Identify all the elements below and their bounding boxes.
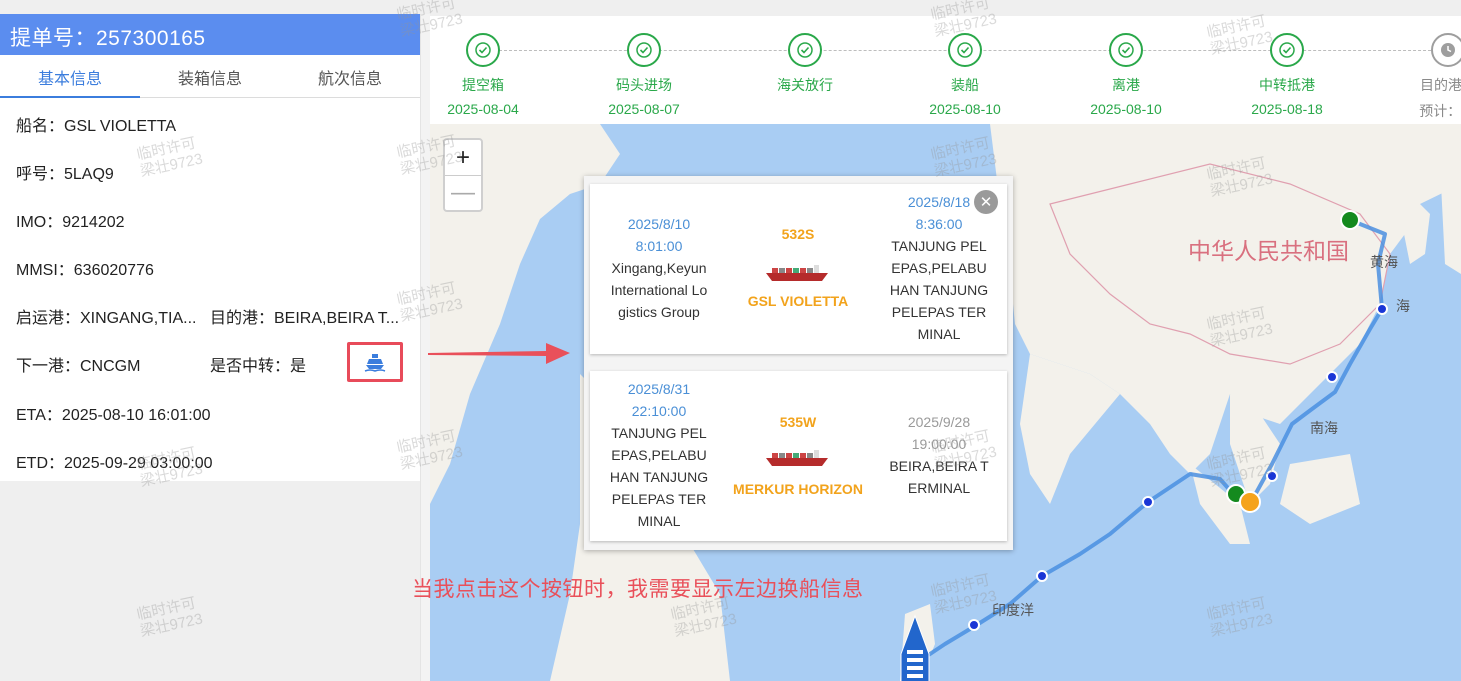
transshipment-flag: 是否中转：是 (210, 358, 307, 375)
timeline-step-date: 2025-08-10 (929, 101, 1001, 117)
timeline-step-transship-arrival: 中转抵港 2025-08-18 (1227, 33, 1347, 117)
departure-time: 22:10:00 (631, 403, 687, 419)
container-ship-icon (766, 450, 828, 466)
tab-basic-info[interactable]: 基本信息 (0, 55, 140, 98)
voyage-number: 535W (779, 414, 817, 430)
app-root: 提单号：257300165 基本信息 装箱信息 航次信息 船名：GSL VIOL… (0, 0, 1461, 681)
departure-place: Xingang,Keyun International Lo gistics G… (610, 260, 708, 320)
voyage-card-second-leg: 2025/8/31 22:10:00 TANJUNG PEL EPAS,PELA… (590, 371, 1007, 541)
check-icon (948, 33, 982, 67)
etd: ETD：2025-09-29 03:00:00 (16, 455, 213, 472)
timeline-step-name: 提空箱 (462, 77, 504, 93)
map-zoom-control: + — (443, 138, 483, 212)
map-label-china: 中华人民共和国 (1188, 238, 1349, 264)
tracking-timeline: 提空箱 2025-08-04 码头进场 2025-08-07 海关放行 装船 2… (430, 16, 1461, 124)
timeline-step-loading: 装船 2025-08-10 (905, 33, 1025, 117)
check-icon (627, 33, 661, 67)
next-port: 下一港：CNCGM (16, 358, 141, 375)
check-icon (1109, 33, 1143, 67)
vessel-name: MERKUR HORIZON (733, 481, 863, 497)
timeline-step-name: 离港 (1112, 77, 1140, 93)
watermark: 临时许可 梁壮9723 (135, 594, 205, 641)
timeline-step-date: 2025-08-04 (447, 101, 519, 117)
timeline-step-date: 2025-08-18 (1251, 101, 1323, 117)
check-icon (1270, 33, 1304, 67)
map-label-yellow-sea: 黄海 (1370, 254, 1398, 270)
timeline-step-name: 码头进场 (616, 77, 672, 93)
annotation-arrow (428, 343, 570, 364)
departure-date: 2025/8/31 (627, 381, 691, 397)
ship-icon (364, 354, 386, 372)
timeline-step-date: 预计：20 (1419, 103, 1461, 119)
timeline-step-destination: 目的港抵 预计：20 (1388, 33, 1461, 121)
check-icon (788, 33, 822, 67)
bill-detail-panel: 提单号：257300165 基本信息 装箱信息 航次信息 船名：GSL VIOL… (0, 14, 420, 481)
departure-date: 2025/8/10 (627, 216, 691, 232)
container-ship-icon (766, 265, 828, 281)
voyage-number: 532S (781, 226, 815, 242)
port-of-destination: 目的港：BEIRA,BEIRA T... (210, 310, 400, 327)
arrival-time: 8:36:00 (915, 216, 963, 232)
zoom-out-button[interactable]: — (445, 175, 481, 210)
arrival-date: 2025/9/28 (907, 414, 971, 430)
detail-tabs: 基本信息 装箱信息 航次信息 (0, 55, 420, 98)
transship-info-button[interactable] (347, 342, 403, 382)
eta: ETA：2025-08-10 16:01:00 (16, 407, 211, 424)
annotation-text: 当我点击这个按钮时，我需要显示左边换船信息 (412, 578, 864, 601)
port-of-loading: 启运港：XINGANG,TIA... (16, 310, 197, 327)
departure-time: 8:01:00 (635, 238, 683, 254)
timeline-step-name: 中转抵港 (1259, 77, 1315, 93)
clock-icon (1431, 33, 1461, 67)
map-label-shanghai: 海 (1396, 298, 1410, 314)
timeline-step-name: 海关放行 (777, 77, 833, 93)
check-icon (466, 33, 500, 67)
timeline-step-departure: 离港 2025-08-10 (1066, 33, 1186, 117)
timeline-step-pickup: 提空箱 2025-08-04 (423, 33, 543, 117)
tab-voyage-info[interactable]: 航次信息 (280, 55, 420, 97)
arrival-time: 19:00:00 (911, 436, 967, 452)
timeline-step-date: 2025-08-10 (1090, 101, 1162, 117)
mmsi-number: MMSI：636020776 (16, 262, 154, 279)
transshipment-popup: 2025/8/10 8:01:00 Xingang,Keyun Internat… (584, 176, 1013, 550)
arrival-place: BEIRA,BEIRA T ERMINAL (889, 458, 989, 496)
voyage-card-first-leg: 2025/8/10 8:01:00 Xingang,Keyun Internat… (590, 184, 1007, 354)
imo-number: IMO：9214202 (16, 214, 125, 231)
timeline-step-date: 2025-08-07 (608, 101, 680, 117)
close-icon[interactable]: ✕ (974, 190, 998, 214)
map-label-south-sea: 南海 (1310, 420, 1338, 436)
timeline-step-name: 装船 (951, 77, 979, 93)
arrival-place: TANJUNG PEL EPAS,PELABU HAN TANJUNG PELE… (889, 238, 989, 342)
timeline-step-gate-in: 码头进场 2025-08-07 (584, 33, 704, 117)
timeline-step-customs: 海关放行 (745, 33, 865, 101)
vessel-name: 船名：GSL VIOLETTA (16, 118, 177, 135)
timeline-step-name: 目的港抵 (1420, 77, 1461, 93)
bill-number-header: 提单号：257300165 (0, 14, 420, 55)
map-label-indian-ocean: 印度洋 (992, 602, 1034, 618)
call-sign: 呼号：5LAQ9 (16, 166, 114, 183)
zoom-in-button[interactable]: + (445, 140, 481, 175)
tab-container-info[interactable]: 装箱信息 (140, 55, 280, 97)
vessel-name: GSL VIOLETTA (747, 293, 849, 309)
departure-place: TANJUNG PEL EPAS,PELABU HAN TANJUNG PELE… (609, 425, 709, 529)
